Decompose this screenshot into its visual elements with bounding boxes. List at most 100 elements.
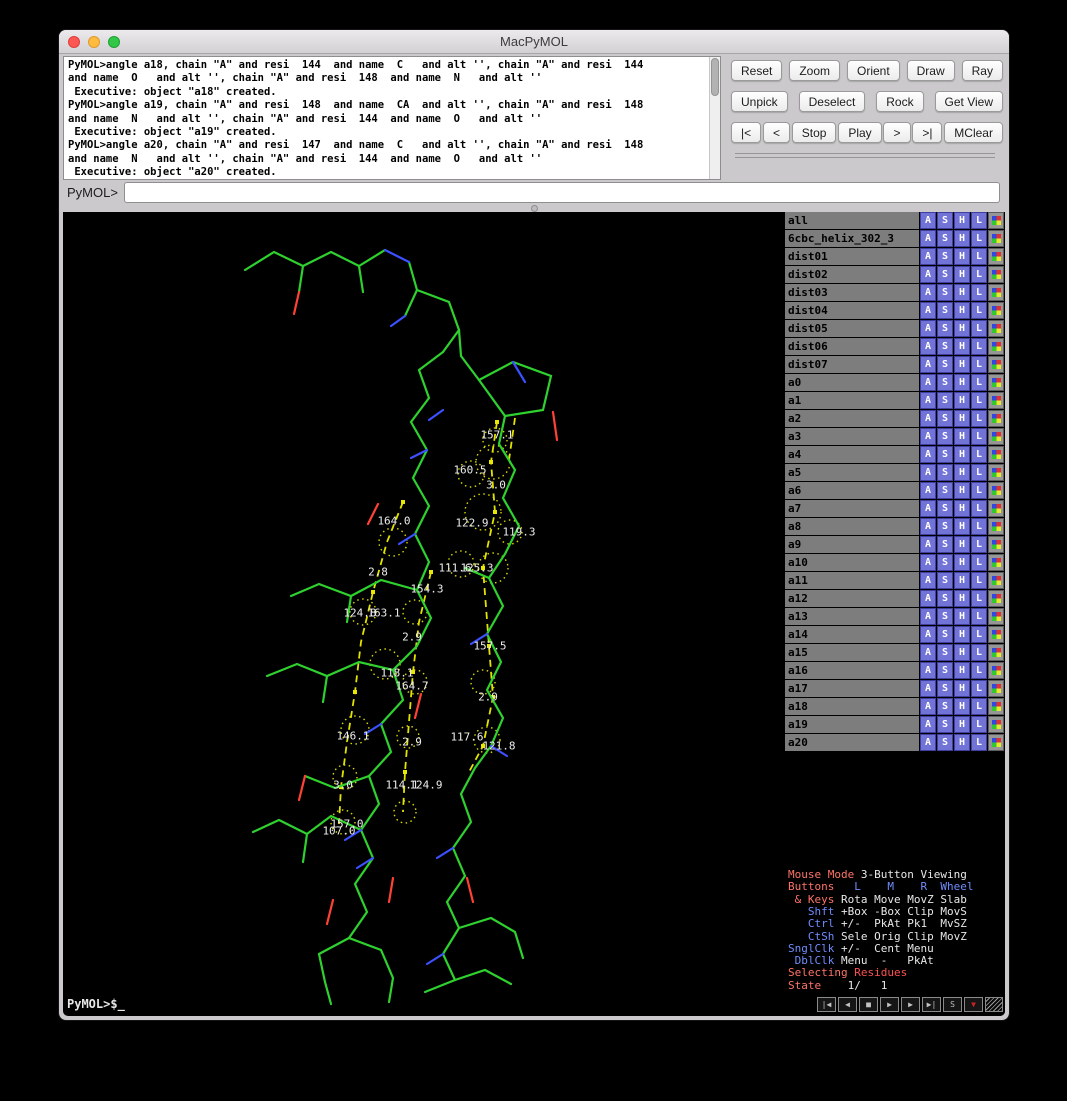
object-a-button[interactable]: A [920,716,936,733]
object-h-button[interactable]: H [954,734,970,751]
object-name[interactable]: dist06 [785,338,919,355]
step-forward-button[interactable]: ▶ [901,997,920,1012]
object-s-button[interactable]: S [937,374,953,391]
object-s-button[interactable]: S [937,464,953,481]
close-button[interactable] [68,36,80,48]
object-c-button[interactable] [988,230,1004,247]
object-c-button[interactable] [988,608,1004,625]
object-h-button[interactable]: H [954,554,970,571]
object-c-button[interactable] [988,680,1004,697]
object-c-button[interactable] [988,212,1004,229]
object-c-button[interactable] [988,248,1004,265]
object-l-button[interactable]: L [971,662,987,679]
object-h-button[interactable]: H [954,284,970,301]
object-name[interactable]: a2 [785,410,919,427]
object-c-button[interactable] [988,374,1004,391]
object-h-button[interactable]: H [954,680,970,697]
3d-viewport[interactable]: 157.1160.53.0164.0122.9119.32.8111.6125.… [63,212,785,1016]
toolbar-button-unpick[interactable]: Unpick [731,91,788,112]
object-c-button[interactable] [988,644,1004,661]
object-c-button[interactable] [988,446,1004,463]
object-h-button[interactable]: H [954,320,970,337]
object-l-button[interactable]: L [971,446,987,463]
object-c-button[interactable] [988,464,1004,481]
object-name[interactable]: a7 [785,500,919,517]
object-name[interactable]: dist07 [785,356,919,373]
object-s-button[interactable]: S [937,482,953,499]
object-l-button[interactable]: L [971,356,987,373]
toolbar-button-[interactable]: > [883,122,910,143]
object-l-button[interactable]: L [971,608,987,625]
toolbar-button-[interactable]: |< [731,122,761,143]
object-name[interactable]: a14 [785,626,919,643]
object-a-button[interactable]: A [920,212,936,229]
object-l-button[interactable]: L [971,518,987,535]
object-c-button[interactable] [988,590,1004,607]
stop-button[interactable]: ■ [859,997,878,1012]
object-name[interactable]: a11 [785,572,919,589]
object-l-button[interactable]: L [971,410,987,427]
object-s-button[interactable]: S [937,680,953,697]
object-s-button[interactable]: S [937,392,953,409]
object-a-button[interactable]: A [920,482,936,499]
console-output[interactable]: PyMOL>angle a18, chain "A" and resi 144 … [63,56,721,180]
object-name[interactable]: a15 [785,644,919,661]
object-h-button[interactable]: H [954,662,970,679]
toolbar-button-draw[interactable]: Draw [907,60,955,81]
object-a-button[interactable]: A [920,428,936,445]
object-l-button[interactable]: L [971,554,987,571]
object-l-button[interactable]: L [971,428,987,445]
object-l-button[interactable]: L [971,590,987,607]
object-a-button[interactable]: A [920,536,936,553]
object-s-button[interactable]: S [937,644,953,661]
object-s-button[interactable]: S [937,662,953,679]
titlebar[interactable]: MacPyMOL [59,30,1009,54]
object-s-button[interactable]: S [937,266,953,283]
toolbar-button-mclear[interactable]: MClear [944,122,1003,143]
object-a-button[interactable]: A [920,302,936,319]
object-h-button[interactable]: H [954,518,970,535]
object-h-button[interactable]: H [954,536,970,553]
object-name[interactable]: a9 [785,536,919,553]
object-name[interactable]: a4 [785,446,919,463]
object-name[interactable]: all [785,212,919,229]
object-a-button[interactable]: A [920,590,936,607]
object-name[interactable]: a5 [785,464,919,481]
object-name[interactable]: dist03 [785,284,919,301]
object-l-button[interactable]: L [971,266,987,283]
object-a-button[interactable]: A [920,518,936,535]
toolbar-button-[interactable]: < [763,122,790,143]
object-name[interactable]: a18 [785,698,919,715]
object-h-button[interactable]: H [954,302,970,319]
object-name[interactable]: dist04 [785,302,919,319]
toolbar-button-stop[interactable]: Stop [792,122,837,143]
toolbar-button-get-view[interactable]: Get View [935,91,1003,112]
object-h-button[interactable]: H [954,590,970,607]
toolbar-button-ray[interactable]: Ray [962,60,1003,81]
toolbar-button-reset[interactable]: Reset [731,60,782,81]
object-c-button[interactable] [988,410,1004,427]
object-h-button[interactable]: H [954,608,970,625]
object-s-button[interactable]: S [937,554,953,571]
object-c-button[interactable] [988,734,1004,751]
object-s-button[interactable]: S [937,590,953,607]
object-l-button[interactable]: L [971,374,987,391]
object-a-button[interactable]: A [920,662,936,679]
object-name[interactable]: 6cbc_helix_302_3 [785,230,919,247]
record-button[interactable]: ▼ [964,997,983,1012]
object-s-button[interactable]: S [937,446,953,463]
object-name[interactable]: a0 [785,374,919,391]
object-a-button[interactable]: A [920,410,936,427]
console-scrollbar-thumb[interactable] [711,58,719,96]
object-name[interactable]: a13 [785,608,919,625]
object-c-button[interactable] [988,554,1004,571]
object-l-button[interactable]: L [971,230,987,247]
object-h-button[interactable]: H [954,482,970,499]
object-a-button[interactable]: A [920,698,936,715]
object-l-button[interactable]: L [971,482,987,499]
object-h-button[interactable]: H [954,500,970,517]
object-l-button[interactable]: L [971,284,987,301]
object-c-button[interactable] [988,302,1004,319]
object-c-button[interactable] [988,500,1004,517]
object-h-button[interactable]: H [954,338,970,355]
